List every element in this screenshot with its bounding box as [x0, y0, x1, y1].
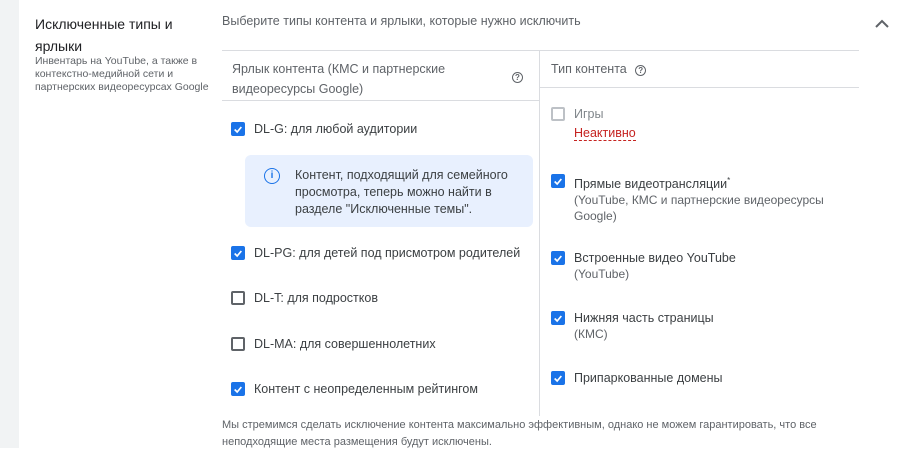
- checkbox-checked[interactable]: [231, 246, 245, 260]
- checkbox-unchecked[interactable]: [231, 291, 245, 305]
- chevron-up-icon[interactable]: [872, 14, 892, 34]
- labels-header: Ярлык контента (КМС и партнерские видеор…: [232, 62, 446, 96]
- checkbox-sublabel: (YouTube): [574, 267, 630, 281]
- checkbox-sublabel: (YouTube, КМС и партнерские видеоресурсы…: [574, 193, 824, 224]
- info-text: Контент, подходящий для семейного просмо…: [295, 168, 508, 216]
- asterisk: *: [727, 176, 731, 185]
- header-border-right: [540, 87, 859, 88]
- section-intro: Выберите типы контента и ярлыки, которые…: [222, 14, 581, 28]
- checkbox-label: Нижняя часть страницы: [574, 311, 714, 325]
- checkbox-unchecked-disabled[interactable]: [551, 107, 565, 121]
- section-title: Исключенные типы и ярлыки: [35, 16, 173, 54]
- checkbox-label: DL-G: для любой аудитории: [254, 122, 418, 136]
- checkbox-label: Встроенные видео YouTube: [574, 251, 736, 265]
- checkbox-checked[interactable]: [551, 311, 565, 325]
- left-gutter: [0, 0, 19, 448]
- checkbox-label: DL-MA: для совершеннолетних: [254, 337, 436, 351]
- type-games[interactable]: Игры Неактивно: [551, 106, 636, 141]
- checkbox-sublabel: (КМС): [574, 327, 608, 341]
- label-dl-t[interactable]: DL-T: для подростков: [231, 290, 378, 306]
- label-dl-pg[interactable]: DL-PG: для детей под присмотром родителе…: [231, 245, 520, 261]
- types-header: Тип контента ?: [551, 59, 647, 79]
- table-top-border: [222, 50, 859, 51]
- checkbox-label: DL-PG: для детей под присмотром родителе…: [254, 246, 521, 260]
- checkbox-unchecked[interactable]: [231, 337, 245, 351]
- checkbox-label: Контент с неопределенным рейтингом: [254, 382, 478, 396]
- footer-note: Мы стремимся сделать исключение контента…: [222, 419, 817, 448]
- types-header-label: Тип контента: [551, 62, 627, 76]
- header-border-left: [222, 100, 539, 101]
- type-live-streams[interactable]: Прямые видеотрансляции* (YouTube, КМС и п…: [551, 173, 841, 224]
- help-icon[interactable]: ?: [635, 65, 647, 76]
- section-description: Инвентарь на YouTube, а также в контекст…: [35, 55, 209, 93]
- checkbox-label: Прямые видеотрансляции: [574, 177, 728, 192]
- checkbox-label: Припаркованные домены: [574, 371, 723, 385]
- checkbox-checked[interactable]: [231, 122, 245, 136]
- checkbox-label: Игры: [574, 107, 604, 121]
- checkbox-checked[interactable]: [551, 371, 565, 385]
- checkbox-checked[interactable]: [231, 382, 245, 396]
- type-embedded-youtube[interactable]: Встроенные видео YouTube (YouTube): [551, 250, 736, 282]
- type-parked-domains[interactable]: Припаркованные домены: [551, 370, 723, 386]
- info-box: i Контент, подходящий для семейного просм…: [245, 155, 533, 227]
- type-below-fold[interactable]: Нижняя часть страницы (КМС): [551, 310, 714, 342]
- info-icon: i: [264, 168, 280, 184]
- column-divider: [539, 51, 540, 416]
- help-icon[interactable]: ?: [512, 72, 523, 83]
- label-dl-g[interactable]: DL-G: для любой аудитории: [231, 121, 417, 137]
- checkbox-label: DL-T: для подростков: [254, 291, 378, 305]
- label-unrated[interactable]: Контент с неопределенным рейтингом: [231, 381, 478, 397]
- checkbox-checked[interactable]: [551, 251, 565, 265]
- inactive-status[interactable]: Неактивно: [574, 126, 636, 141]
- label-dl-ma[interactable]: DL-MA: для совершеннолетних: [231, 336, 436, 352]
- checkbox-checked[interactable]: [551, 174, 565, 188]
